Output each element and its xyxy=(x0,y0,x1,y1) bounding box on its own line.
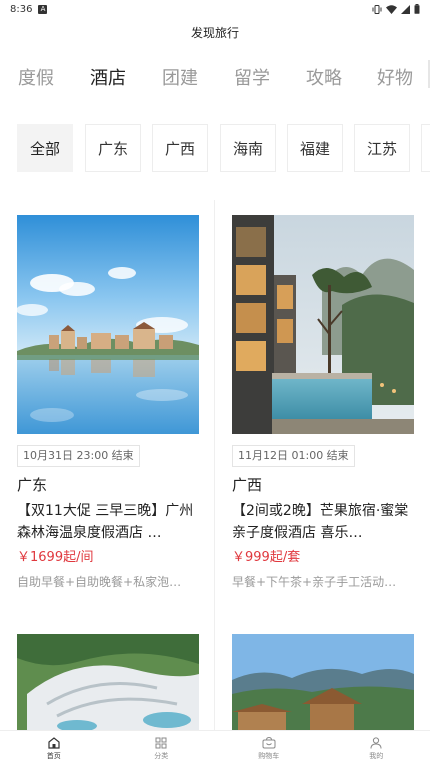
user-icon xyxy=(370,737,382,749)
product-title: 【双11大促 三早三晚】广州森林海温泉度假酒店 … xyxy=(17,503,194,541)
chip-guangdong[interactable]: 广东 xyxy=(85,124,141,172)
nav-label: 首页 xyxy=(46,752,61,760)
nav-label: 分类 xyxy=(154,752,169,760)
page-title: 发现旅行 xyxy=(190,26,239,40)
product-desc: 早餐+下午茶+亲子手工活动… xyxy=(232,575,397,589)
grid-icon xyxy=(155,737,167,749)
region-filter: 全部 广东 广西 海南 福建 江苏 xyxy=(0,124,430,172)
product-title: 【2间或2晚】芒果旅宿·蜜棠亲子度假酒店 喜乐… xyxy=(232,503,409,541)
grid-divider xyxy=(214,200,215,730)
nav-home[interactable]: 首页 xyxy=(0,731,108,766)
product-card[interactable]: 10月31日 23:00 结束 广东 【双11大促 三早三晚】广州森林海温泉度假… xyxy=(17,215,199,591)
product-image[interactable] xyxy=(232,634,414,730)
product-image[interactable] xyxy=(17,634,199,730)
product-price: ￥1699起/间 xyxy=(17,550,94,565)
product-card[interactable]: 11月12日 01:00 结束 广西 【2间或2晚】芒果旅宿·蜜棠亲子度假酒店 … xyxy=(232,215,414,591)
home-icon xyxy=(48,737,60,749)
product-desc: 自助早餐+自助晚餐+私家泡… xyxy=(17,575,182,589)
end-time-tag: 10月31日 23:00 结束 xyxy=(17,445,140,467)
wifi-icon xyxy=(386,4,397,14)
bottom-nav: 首页 分类 购物车 我的 xyxy=(0,730,430,766)
product-price: ￥999起/套 xyxy=(232,550,301,565)
tab-guides[interactable]: 攻略 xyxy=(306,64,342,90)
tab-hotel[interactable]: 酒店 xyxy=(90,64,126,90)
product-card[interactable] xyxy=(17,634,199,730)
tab-vacation[interactable]: 度假 xyxy=(18,64,54,90)
nav-label: 我的 xyxy=(369,752,384,760)
nav-cart[interactable]: 购物车 xyxy=(215,731,323,766)
notification-icon: A xyxy=(38,4,48,14)
end-time-tag: 11月12日 01:00 结束 xyxy=(232,445,355,467)
signal-icon xyxy=(401,4,410,14)
product-card[interactable] xyxy=(232,634,414,730)
chip-more[interactable] xyxy=(421,124,430,172)
nav-profile[interactable]: 我的 xyxy=(323,731,430,766)
vibrate-icon xyxy=(372,4,382,14)
cart-icon xyxy=(262,737,276,749)
status-time: 8:36 xyxy=(10,3,33,15)
battery-icon xyxy=(414,4,420,14)
product-region: 广西 xyxy=(232,476,263,494)
chip-fujian[interactable]: 福建 xyxy=(287,124,343,172)
nav-category[interactable]: 分类 xyxy=(108,731,216,766)
tab-goods[interactable]: 好物 xyxy=(377,64,413,90)
chip-all[interactable]: 全部 xyxy=(17,124,73,172)
product-image[interactable] xyxy=(17,215,199,434)
chip-jiangsu[interactable]: 江苏 xyxy=(354,124,410,172)
product-image[interactable] xyxy=(232,215,414,434)
nav-label: 购物车 xyxy=(258,752,280,760)
tab-study-abroad[interactable]: 留学 xyxy=(234,64,270,90)
product-region: 广东 xyxy=(17,476,48,494)
tab-team-building[interactable]: 团建 xyxy=(162,64,198,90)
chip-guangxi[interactable]: 广西 xyxy=(152,124,208,172)
category-tabs: 度假 酒店 团建 留学 攻略 好物 xyxy=(0,64,430,94)
status-bar: 8:36 A xyxy=(0,0,430,18)
chip-hainan[interactable]: 海南 xyxy=(220,124,276,172)
